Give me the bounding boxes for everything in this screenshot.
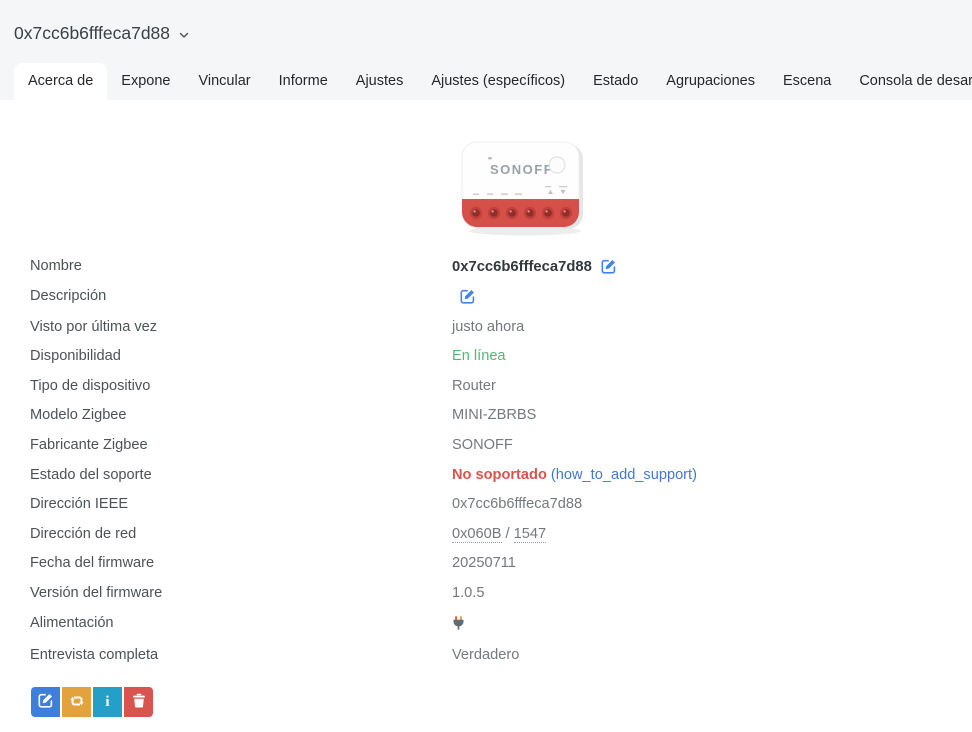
row-label: Disponibilidad xyxy=(0,342,452,372)
support-status-value: No soportado xyxy=(452,467,547,483)
zigbee-model-value: MINI-ZBRBS xyxy=(452,401,972,431)
last-seen-value: justo ahora xyxy=(452,312,972,342)
table-row-ieee: Dirección IEEE 0x7cc6b6fffeca7d88 xyxy=(0,490,972,520)
network-address-separator: / xyxy=(502,526,514,542)
page-header: 0x7cc6b6fffeca7d88 Acerca de Expone Vinc… xyxy=(0,0,972,100)
edit-name-icon[interactable] xyxy=(601,259,616,275)
table-row-entrevista: Entrevista completa Verdadero xyxy=(0,641,972,671)
page-title: 0x7cc6b6fffeca7d88 xyxy=(14,23,170,44)
reconfigure-device-button[interactable] xyxy=(62,687,91,717)
tab-escena[interactable]: Escena xyxy=(769,63,845,100)
table-row-tipo: Tipo de dispositivo Router xyxy=(0,371,972,401)
network-address-dec[interactable]: 1547 xyxy=(514,526,546,543)
table-row-disponibilidad: Disponibilidad En línea xyxy=(0,342,972,372)
table-row-descripcion: Descripción xyxy=(0,282,972,313)
row-label: Tipo de dispositivo xyxy=(0,371,452,401)
table-row-visto: Visto por última vez justo ahora xyxy=(0,312,972,342)
device-name-value: 0x7cc6b6fffeca7d88 xyxy=(452,259,592,275)
table-row-alimentacion: Alimentación xyxy=(0,608,972,641)
device-image: SONOFF xyxy=(449,137,599,237)
row-label: Estado del soporte xyxy=(0,460,452,490)
row-label: Entrevista completa xyxy=(0,641,452,671)
row-label: Versión del firmware xyxy=(0,579,452,609)
row-label: Dirección de red xyxy=(0,519,452,549)
row-label: Dirección IEEE xyxy=(0,490,452,520)
tab-consola-de-desarrollo[interactable]: Consola de desarrollo xyxy=(845,63,972,100)
tab-acerca-de[interactable]: Acerca de xyxy=(14,63,107,100)
tab-ajustes[interactable]: Ajustes xyxy=(342,63,418,100)
tab-vincular[interactable]: Vincular xyxy=(184,63,264,100)
tab-agrupaciones[interactable]: Agrupaciones xyxy=(652,63,769,100)
table-row-red: Dirección de red 0x060B / 1547 xyxy=(0,519,972,549)
tab-informe[interactable]: Informe xyxy=(265,63,342,100)
device-brand-label: SONOFF xyxy=(490,162,553,177)
row-label: Fabricante Zigbee xyxy=(0,431,452,461)
table-row-modelo: Modelo Zigbee MINI-ZBRBS xyxy=(0,401,972,431)
delete-device-button[interactable] xyxy=(124,687,153,717)
tab-ajustes-especificos[interactable]: Ajustes (específicos) xyxy=(417,63,579,100)
table-row-nombre: Nombre 0x7cc6b6fffeca7d88 xyxy=(0,251,972,282)
device-image-wrap: SONOFF xyxy=(0,100,972,237)
device-info-table: Nombre 0x7cc6b6fffeca7d88 Descripción Vi… xyxy=(0,251,972,670)
tab-bar: Acerca de Expone Vincular Informe Ajuste… xyxy=(0,63,972,100)
availability-status: En línea xyxy=(452,348,506,364)
device-type-value: Router xyxy=(452,371,972,401)
row-label: Alimentación xyxy=(0,608,452,641)
table-row-fecha-firmware: Fecha del firmware 20250711 xyxy=(0,549,972,579)
row-label: Modelo Zigbee xyxy=(0,401,452,431)
how-to-add-support-link[interactable]: (how_to_add_support) xyxy=(551,467,697,483)
firmware-date-value: 20250711 xyxy=(452,549,972,579)
table-row-version-firmware: Versión del firmware 1.0.5 xyxy=(0,579,972,609)
info-icon: i xyxy=(105,695,109,710)
tab-expone[interactable]: Expone xyxy=(107,63,184,100)
trash-icon xyxy=(132,693,146,711)
retweet-icon xyxy=(69,694,85,711)
zigbee-manufacturer-value: SONOFF xyxy=(452,431,972,461)
chevron-down-icon[interactable] xyxy=(179,32,189,39)
ieee-address-value: 0x7cc6b6fffeca7d88 xyxy=(452,490,972,520)
edit-description-icon[interactable] xyxy=(460,289,475,305)
network-address-hex[interactable]: 0x060B xyxy=(452,526,502,543)
row-label: Fecha del firmware xyxy=(0,549,452,579)
device-info-button[interactable]: i xyxy=(93,687,122,717)
about-panel: SONOFF xyxy=(0,100,972,717)
edit-device-button[interactable] xyxy=(31,687,60,717)
device-action-buttons: i xyxy=(31,687,153,717)
plug-icon xyxy=(452,618,465,634)
interview-completed-value: Verdadero xyxy=(452,641,972,671)
row-label: Visto por última vez xyxy=(0,312,452,342)
device-title-bar[interactable]: 0x7cc6b6fffeca7d88 xyxy=(0,0,972,63)
row-label: Descripción xyxy=(0,282,452,313)
edit-icon xyxy=(38,693,53,711)
tab-estado[interactable]: Estado xyxy=(579,63,652,100)
table-row-soporte: Estado del soporte No soportado (how_to_… xyxy=(0,460,972,490)
table-row-fabricante: Fabricante Zigbee SONOFF xyxy=(0,431,972,461)
firmware-version-value: 1.0.5 xyxy=(452,579,972,609)
row-label: Nombre xyxy=(0,251,452,282)
